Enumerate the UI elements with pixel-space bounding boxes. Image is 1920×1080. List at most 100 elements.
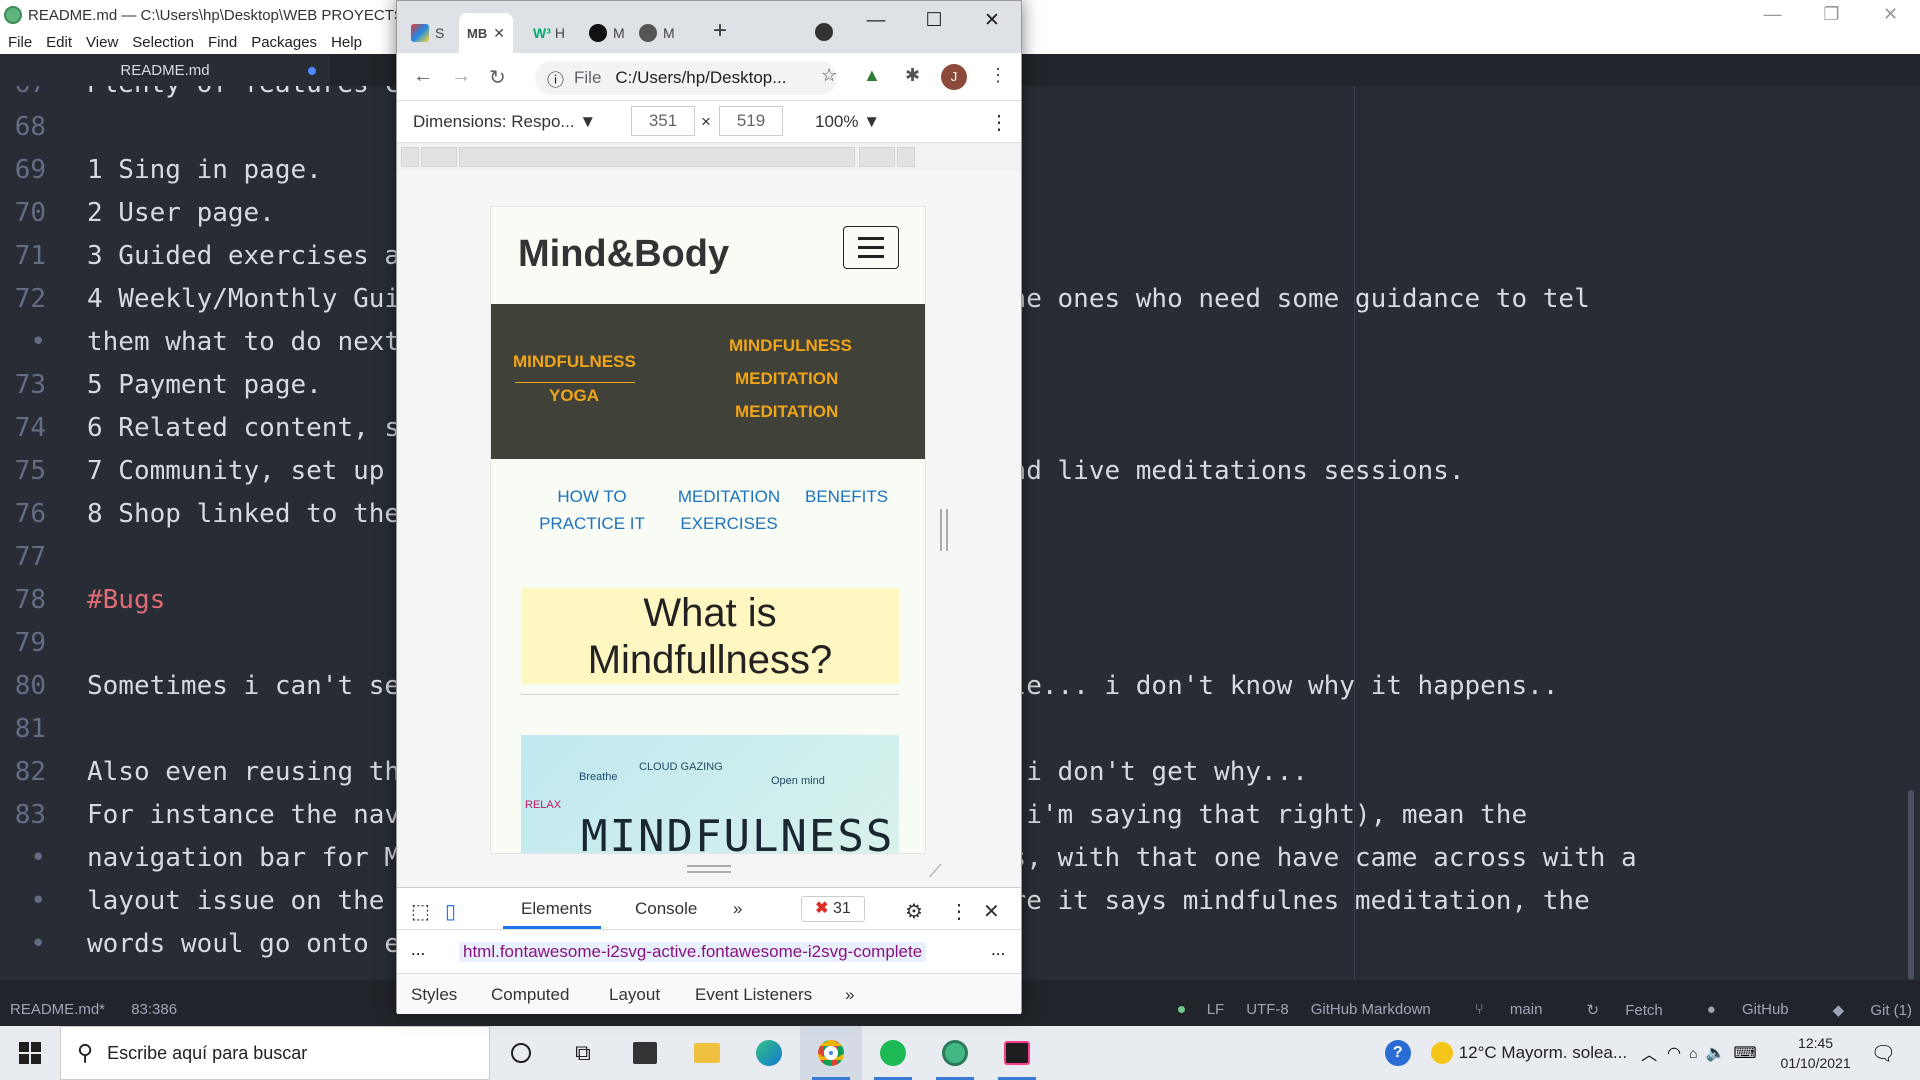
device-toggle-icon[interactable]: ▯	[445, 899, 456, 924]
device-more-icon[interactable]: ⋮	[989, 110, 1009, 135]
bookmark-star-icon[interactable]: ☆	[821, 65, 837, 86]
more-tabs-icon[interactable]: »	[733, 899, 742, 919]
menu-help[interactable]: Help	[331, 34, 362, 51]
chrome-taskbar-icon[interactable]	[800, 1026, 862, 1080]
emulated-page[interactable]: Mind&Body MINDFULNESS YOGA MINDFULNESS M…	[490, 206, 926, 854]
help-icon[interactable]: ?	[1384, 1040, 1411, 1066]
site-logo[interactable]: Mind&Body	[518, 233, 729, 276]
subtab-event-listeners[interactable]: Event Listeners	[695, 985, 812, 1005]
tab-search-icon[interactable]	[815, 23, 833, 41]
start-button[interactable]	[0, 1026, 60, 1080]
inspect-element-icon[interactable]: ⬚	[411, 899, 430, 924]
nav-meditation[interactable]: MEDITATION	[735, 369, 838, 389]
extension-icon[interactable]: ▲	[863, 65, 881, 86]
back-icon[interactable]: ←	[413, 65, 433, 88]
breadcrumb-more[interactable]: ...	[991, 940, 1005, 960]
info-icon[interactable]: ⓘ	[547, 66, 564, 91]
status-encoding[interactable]: UTF-8	[1246, 1001, 1289, 1019]
chrome-tab-1[interactable]: S	[411, 13, 444, 53]
devtools-more-icon[interactable]: ⋮	[949, 899, 969, 924]
file-explorer-icon[interactable]	[676, 1026, 738, 1080]
status-file-name[interactable]: README.md*	[10, 1001, 105, 1018]
chrome-tab-3[interactable]: W³ H	[533, 13, 565, 53]
subnav-how-to-practice[interactable]: HOW TO PRACTICE IT	[537, 483, 647, 537]
media-query-segment[interactable]	[459, 147, 855, 167]
menu-edit[interactable]: Edit	[46, 34, 72, 51]
zoom-select[interactable]: 100% ▼	[815, 112, 880, 132]
nav-yoga[interactable]: YOGA	[549, 386, 599, 406]
menu-selection[interactable]: Selection	[132, 34, 194, 51]
address-bar[interactable]: ⓘ File C:/Users/hp/Desktop...	[535, 61, 837, 95]
breadcrumb-ellipsis[interactable]: ...	[411, 940, 425, 960]
chrome-tab-active[interactable]: MB ✕	[459, 13, 513, 53]
menu-view[interactable]: View	[86, 34, 118, 51]
devtools-tab-console[interactable]: Console	[635, 899, 697, 919]
atom-taskbar-icon[interactable]	[924, 1026, 986, 1080]
cortana-icon[interactable]	[490, 1026, 552, 1080]
devtools-close-icon[interactable]: ✕	[983, 899, 1000, 924]
breadcrumb-path[interactable]: html.fontawesome-i2svg-active.fontawesom…	[459, 942, 927, 962]
chrome-tab-5[interactable]: M	[639, 13, 675, 53]
chrome-maximize-icon[interactable]: ☐	[905, 1, 963, 41]
device-width-input[interactable]: 351	[631, 106, 695, 136]
volume-icon[interactable]: 🔈	[1706, 1043, 1726, 1063]
status-branch[interactable]: ⑂ main	[1453, 1001, 1543, 1019]
new-tab-icon[interactable]: +	[713, 17, 727, 45]
restore-icon[interactable]: ❐	[1802, 0, 1861, 30]
media-query-segment[interactable]	[421, 147, 457, 167]
network-icon[interactable]: ⌂	[1689, 1045, 1697, 1061]
subtab-computed[interactable]: Computed	[491, 985, 569, 1005]
wifi-icon[interactable]: ◠	[1667, 1043, 1681, 1063]
extensions-puzzle-icon[interactable]: ✱	[905, 65, 920, 86]
subtab-styles[interactable]: Styles	[411, 985, 457, 1005]
subnav-benefits[interactable]: BENEFITS	[805, 483, 905, 510]
forward-icon[interactable]: →	[451, 65, 471, 88]
subnav-meditation-exercises[interactable]: MEDITATION EXERCISES	[673, 483, 785, 537]
keyboard-icon[interactable]: ⌨	[1733, 1043, 1756, 1063]
edge-icon[interactable]	[738, 1026, 800, 1080]
reload-icon[interactable]: ↻	[489, 65, 506, 90]
chrome-minimize-icon[interactable]: —	[847, 1, 905, 41]
dimensions-select[interactable]: Dimensions: Respo... ▼	[413, 112, 596, 132]
media-query-bar[interactable]	[397, 143, 1021, 171]
devtools-tab-elements[interactable]: Elements	[521, 899, 592, 919]
status-fetch[interactable]: ↻ Fetch	[1564, 1001, 1662, 1019]
nav-meditation-2[interactable]: MEDITATION	[735, 402, 838, 422]
weather-text[interactable]: 12°C Mayorm. solea...	[1459, 1043, 1627, 1063]
viewport-resize-handle-right[interactable]	[940, 509, 948, 551]
menu-packages[interactable]: Packages	[251, 34, 317, 51]
nav-mindfulness-2[interactable]: MINDFULNESS	[729, 336, 852, 356]
chrome-close-icon[interactable]: ✕	[963, 1, 1021, 41]
terminal-icon[interactable]	[986, 1026, 1048, 1080]
more-subtabs-icon[interactable]: »	[845, 985, 854, 1005]
media-query-segment[interactable]	[897, 147, 915, 167]
tab-readme[interactable]: README.md	[0, 54, 330, 86]
status-github[interactable]: ● GitHub	[1685, 1001, 1789, 1019]
devtools-settings-icon[interactable]: ⚙	[905, 899, 923, 924]
status-line-ending[interactable]: LF	[1207, 1001, 1225, 1019]
media-query-segment[interactable]	[859, 147, 895, 167]
hamburger-menu-icon[interactable]	[843, 226, 899, 269]
nav-mindfulness[interactable]: MINDFULNESS	[513, 352, 636, 372]
menu-file[interactable]: File	[8, 34, 32, 51]
device-height-input[interactable]: 519	[719, 106, 783, 136]
status-grammar[interactable]: GitHub Markdown	[1311, 1001, 1431, 1019]
chrome-menu-icon[interactable]: ⋮	[989, 65, 1007, 86]
menu-find[interactable]: Find	[208, 34, 237, 51]
status-git[interactable]: ◆ Git (1)	[1811, 1001, 1912, 1019]
taskbar-search[interactable]: ⚲ Escribe aquí para buscar	[60, 1026, 490, 1080]
spotify-icon[interactable]	[862, 1026, 924, 1080]
minimize-icon[interactable]: —	[1743, 0, 1802, 30]
resize-corner-icon[interactable]: ⟋	[929, 861, 942, 882]
tray-chevron-icon[interactable]: ︿	[1641, 1041, 1657, 1065]
status-cursor-position[interactable]: 83:386	[131, 1001, 177, 1018]
editor-scrollbar[interactable]	[1908, 790, 1914, 980]
error-count-badge[interactable]: ✖ 31	[801, 896, 865, 922]
viewport-resize-handle-bottom[interactable]	[687, 865, 731, 873]
task-view-icon[interactable]: ⧉	[552, 1026, 614, 1080]
clock[interactable]: 12:45 01/10/2021	[1781, 1033, 1851, 1073]
weather-icon[interactable]	[1430, 1042, 1453, 1064]
chrome-tab-4[interactable]: M	[589, 13, 625, 53]
tab-close-icon[interactable]: ✕	[493, 25, 505, 42]
store-icon[interactable]	[614, 1026, 676, 1080]
